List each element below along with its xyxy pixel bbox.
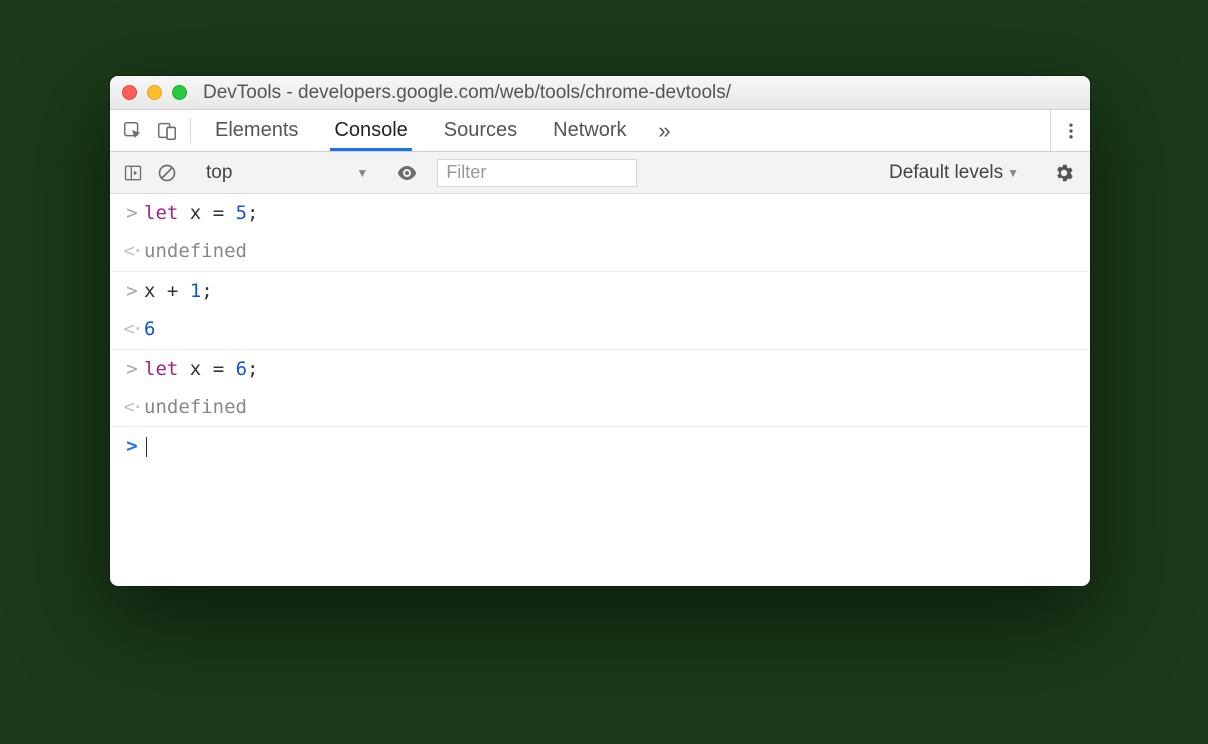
- devtools-menu-button[interactable]: [1050, 110, 1090, 151]
- cursor: [146, 437, 147, 457]
- console-row-input: >let x = 5;: [110, 194, 1090, 232]
- tab-console[interactable]: Console: [316, 110, 425, 151]
- window-title: DevTools - developers.google.com/web/too…: [187, 82, 1078, 104]
- console-text: undefined: [144, 392, 247, 422]
- log-levels-label: Default levels: [889, 162, 1003, 184]
- dropdown-triangle-icon: ▼: [1007, 166, 1019, 180]
- console-sidebar-toggle-icon[interactable]: [116, 163, 150, 183]
- console-row-prompt[interactable]: >: [110, 427, 1090, 465]
- console-text: undefined: [144, 236, 247, 266]
- input-chevron-icon: >: [120, 198, 144, 228]
- prompt-chevron-icon: >: [120, 431, 144, 461]
- console-output[interactable]: >let x = 5;<·undefined>x + 1;<·6>let x =…: [110, 194, 1090, 586]
- live-expression-icon[interactable]: [390, 161, 424, 185]
- console-text: [144, 431, 147, 461]
- filter-field[interactable]: [437, 159, 637, 187]
- context-label: top: [206, 162, 232, 184]
- log-levels-selector[interactable]: Default levels ▼: [877, 162, 1031, 184]
- dropdown-triangle-icon: ▼: [356, 166, 368, 180]
- devtools-tabs: ElementsConsoleSourcesNetwork »: [110, 110, 1090, 152]
- output-chevron-icon: <·: [120, 392, 144, 422]
- input-chevron-icon: >: [120, 276, 144, 306]
- minimize-window-button[interactable]: [147, 85, 162, 100]
- console-text: let x = 6;: [144, 354, 259, 384]
- titlebar: DevTools - developers.google.com/web/too…: [110, 76, 1090, 110]
- devtools-window: DevTools - developers.google.com/web/too…: [110, 76, 1090, 586]
- zoom-window-button[interactable]: [172, 85, 187, 100]
- console-row-input: >x + 1;: [110, 272, 1090, 310]
- tab-network[interactable]: Network: [535, 110, 644, 151]
- output-chevron-icon: <·: [120, 314, 144, 344]
- device-toolbar-icon[interactable]: [150, 110, 184, 151]
- filter-input[interactable]: [446, 162, 628, 183]
- window-controls: [122, 85, 187, 100]
- context-selector[interactable]: top ▼: [197, 161, 377, 185]
- output-chevron-icon: <·: [120, 236, 144, 266]
- console-row-output: <·6: [110, 310, 1090, 349]
- tab-elements[interactable]: Elements: [197, 110, 316, 151]
- console-settings-icon[interactable]: [1044, 162, 1084, 184]
- console-text: let x = 5;: [144, 198, 259, 228]
- console-row-input: >let x = 6;: [110, 350, 1090, 388]
- tab-sources[interactable]: Sources: [426, 110, 535, 151]
- input-chevron-icon: >: [120, 354, 144, 384]
- console-toolbar: top ▼ Default levels ▼: [110, 152, 1090, 194]
- clear-console-icon[interactable]: [150, 163, 184, 183]
- console-row-output: <·undefined: [110, 232, 1090, 271]
- close-window-button[interactable]: [122, 85, 137, 100]
- console-text: 6: [144, 314, 155, 344]
- separator: [190, 118, 191, 143]
- console-text: x + 1;: [144, 276, 213, 306]
- tabs-overflow-button[interactable]: »: [645, 110, 685, 151]
- inspect-element-icon[interactable]: [116, 110, 150, 151]
- console-row-output: <·undefined: [110, 388, 1090, 427]
